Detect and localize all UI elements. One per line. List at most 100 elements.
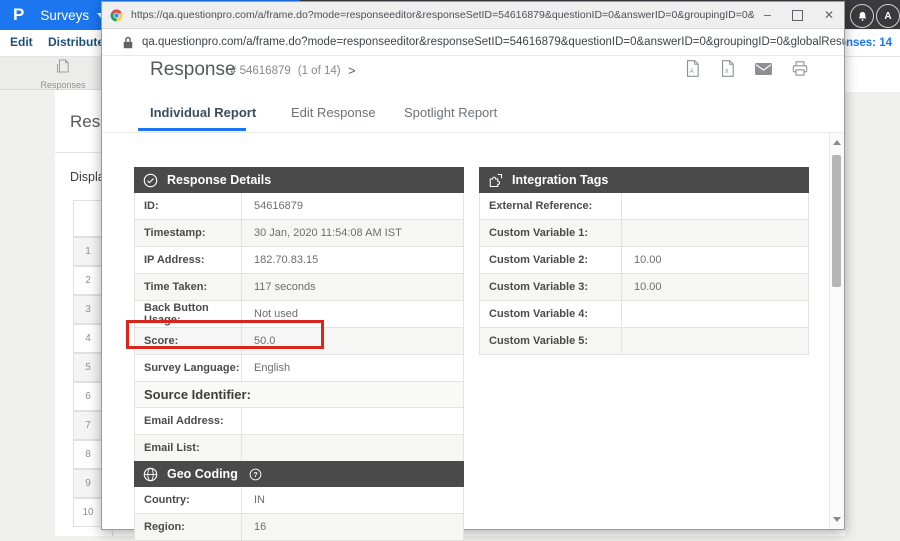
detail-row: Custom Variable 4:: [479, 301, 809, 328]
lock-icon: [123, 36, 133, 49]
table-row: 1: [73, 237, 103, 266]
tab-label: Responses: [40, 80, 85, 90]
tab-responses[interactable]: Responses: [25, 57, 101, 90]
notifications-button[interactable]: [850, 4, 874, 28]
excel-icon[interactable]: x: [720, 60, 735, 77]
geo-coding-panel: Geo Coding ? Country: IN Region: 16: [134, 461, 464, 541]
row-value: [622, 220, 808, 246]
table-row: 7: [73, 411, 103, 440]
response-id: # 54616879: [230, 65, 291, 77]
detail-row: Custom Variable 1:: [479, 220, 809, 247]
row-label: Timestamp:: [135, 220, 242, 246]
active-tab-underline: [138, 128, 246, 131]
print-icon[interactable]: [792, 61, 808, 76]
avatar: A: [876, 4, 900, 28]
row-label: Back Button Usage:: [135, 301, 242, 327]
detail-row-score: Score: 50.0: [134, 328, 464, 355]
scrollbar[interactable]: [829, 133, 844, 529]
detail-row: Custom Variable 3: 10.00: [479, 274, 809, 301]
detail-row: Region: 16: [134, 514, 464, 541]
row-value: 182.70.83.15: [242, 247, 463, 273]
report-title: Response: [150, 59, 236, 81]
svg-text:x: x: [725, 67, 729, 75]
divider: [102, 132, 844, 133]
questionpro-logo: P: [13, 5, 24, 25]
table-row: 9: [73, 469, 103, 498]
row-value: Not used: [242, 301, 463, 327]
row-value: [622, 301, 808, 327]
row-value: 54616879: [242, 193, 463, 219]
tab-edit-response[interactable]: Edit Response: [291, 105, 376, 120]
report-actions: A x: [685, 60, 808, 77]
row-value: 117 seconds: [242, 274, 463, 300]
row-label: Time Taken:: [135, 274, 242, 300]
row-label: Country:: [135, 487, 242, 513]
scrollbar-thumb[interactable]: [832, 155, 841, 287]
account-menu-button[interactable]: A: [876, 4, 900, 28]
tab-individual-report[interactable]: Individual Report: [150, 105, 256, 120]
panel-title: Geo Coding: [167, 467, 238, 481]
row-label: Custom Variable 2:: [480, 247, 622, 273]
detail-row: Timestamp: 30 Jan, 2020 11:54:08 AM IST: [134, 220, 464, 247]
window-titlebar[interactable]: https://qa.questionpro.com/a/frame.do?mo…: [102, 2, 844, 29]
table-header-cell: [73, 200, 103, 237]
row-value: 50.0: [242, 328, 463, 354]
maximize-button[interactable]: [792, 10, 803, 21]
row-label: ID:: [135, 193, 242, 219]
panel-header: Geo Coding ?: [134, 461, 464, 487]
detail-row: Time Taken: 117 seconds: [134, 274, 464, 301]
menu-item-distribute[interactable]: Distribute: [48, 35, 104, 49]
scroll-down-arrow[interactable]: [833, 517, 841, 522]
row-value: 10.00: [622, 274, 808, 300]
menu-item-edit[interactable]: Edit: [10, 35, 33, 49]
next-response-button[interactable]: >: [348, 63, 356, 78]
check-circle-icon: [143, 173, 158, 188]
row-label: Custom Variable 3:: [480, 274, 622, 300]
help-icon[interactable]: ?: [249, 468, 262, 481]
response-editor-window: https://qa.questionpro.com/a/frame.do?mo…: [101, 1, 845, 530]
row-value: 10.00: [622, 247, 808, 273]
row-value: [622, 328, 808, 354]
row-value: [622, 193, 808, 219]
address-bar[interactable]: qa.questionpro.com/a/frame.do?mode=respo…: [102, 29, 844, 56]
panel-title: Integration Tags: [512, 173, 608, 187]
window-controls: – ✕: [764, 8, 834, 22]
responses-icon: [55, 58, 72, 79]
row-label: Region:: [135, 514, 242, 540]
detail-row: Email Address:: [134, 408, 464, 435]
detail-row: Country: IN: [134, 487, 464, 514]
svg-text:?: ?: [253, 471, 257, 479]
close-button[interactable]: ✕: [824, 8, 834, 22]
table-row: 3: [73, 295, 103, 324]
chrome-icon: [110, 9, 123, 22]
table-gridline: [112, 531, 113, 536]
row-value: 16: [242, 514, 463, 540]
detail-row: External Reference:: [479, 193, 809, 220]
row-label: External Reference:: [480, 193, 622, 219]
tab-spotlight-report[interactable]: Spotlight Report: [404, 105, 497, 120]
row-value: IN: [242, 487, 463, 513]
pdf-icon[interactable]: A: [685, 60, 700, 77]
table-row: 2: [73, 266, 103, 295]
table-row: 6: [73, 382, 103, 411]
table-row: 4: [73, 324, 103, 353]
puzzle-icon: [488, 173, 503, 188]
globe-icon: [143, 467, 158, 482]
panel-header: Response Details: [134, 167, 464, 193]
table-row: 8: [73, 440, 103, 469]
row-label: IP Address:: [135, 247, 242, 273]
email-icon[interactable]: [755, 63, 772, 75]
product-name: Surveys: [40, 8, 89, 23]
detail-row: Back Button Usage: Not used: [134, 301, 464, 328]
detail-row: Custom Variable 5:: [479, 328, 809, 355]
response-position: (1 of 14): [298, 65, 341, 77]
minimize-button[interactable]: –: [764, 10, 771, 20]
report-meta: # 54616879 (1 of 14): [230, 65, 341, 77]
row-label: Custom Variable 1:: [480, 220, 622, 246]
row-value: [242, 408, 463, 434]
detail-row: Email List:: [134, 435, 464, 462]
window-title-url: https://qa.questionpro.com/a/frame.do?mo…: [131, 9, 754, 21]
scroll-up-arrow[interactable]: [833, 140, 841, 145]
row-value: English: [242, 355, 463, 381]
page-surface: [845, 57, 900, 92]
